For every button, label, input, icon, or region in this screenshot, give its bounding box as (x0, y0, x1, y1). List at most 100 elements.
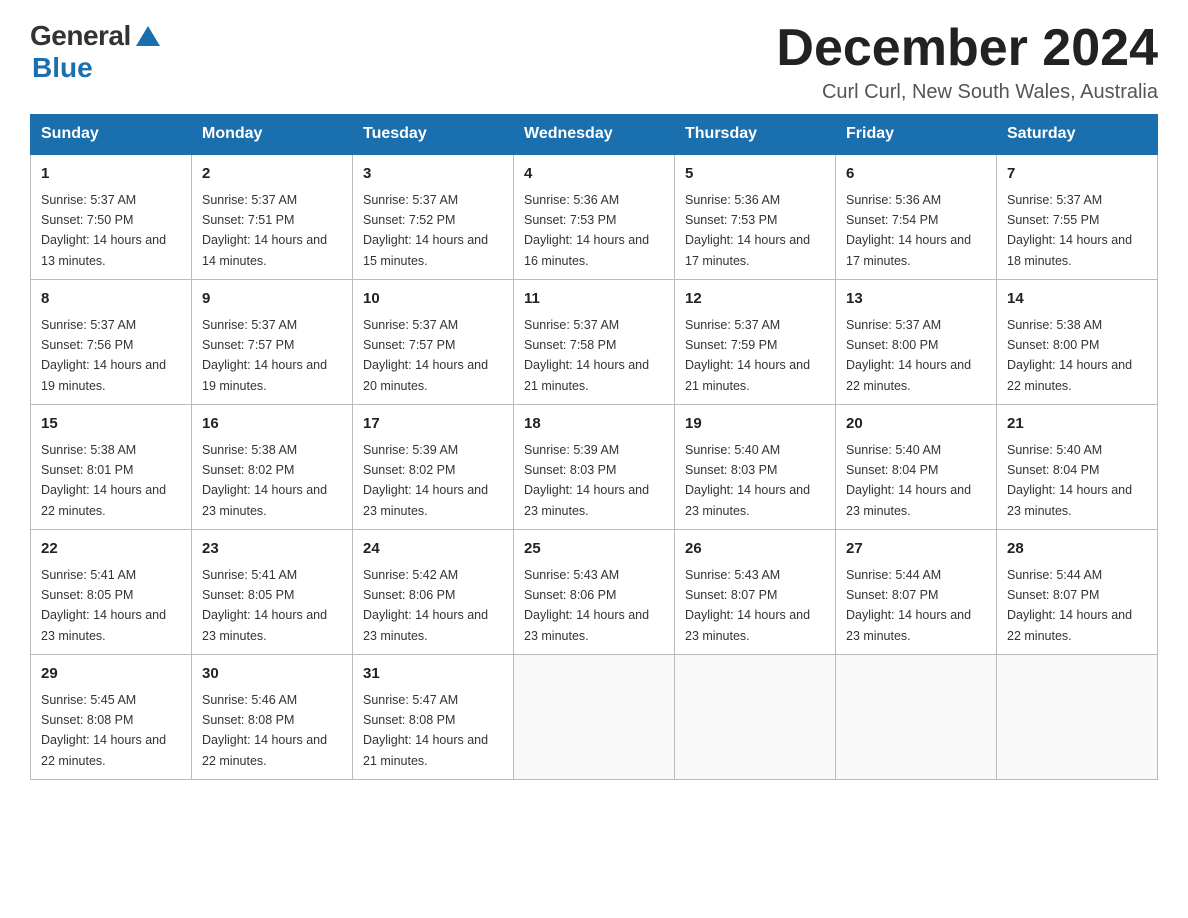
calendar-cell: 1Sunrise: 5:37 AMSunset: 7:50 PMDaylight… (31, 154, 192, 280)
day-info: Sunrise: 5:41 AMSunset: 8:05 PMDaylight:… (41, 568, 166, 643)
header-friday: Friday (836, 115, 997, 155)
title-section: December 2024 Curl Curl, New South Wales… (776, 20, 1158, 104)
day-number: 8 (41, 288, 181, 311)
week-row-3: 15Sunrise: 5:38 AMSunset: 8:01 PMDayligh… (31, 405, 1158, 530)
day-number: 19 (685, 413, 825, 436)
day-info: Sunrise: 5:44 AMSunset: 8:07 PMDaylight:… (846, 568, 971, 643)
week-row-4: 22Sunrise: 5:41 AMSunset: 8:05 PMDayligh… (31, 530, 1158, 655)
day-number: 17 (363, 413, 503, 436)
day-number: 24 (363, 538, 503, 561)
day-number: 5 (685, 163, 825, 186)
day-number: 9 (202, 288, 342, 311)
day-number: 28 (1007, 538, 1147, 561)
logo-blue-text: Blue (30, 52, 93, 83)
day-info: Sunrise: 5:43 AMSunset: 8:07 PMDaylight:… (685, 568, 810, 643)
day-info: Sunrise: 5:37 AMSunset: 7:52 PMDaylight:… (363, 193, 488, 268)
calendar-cell: 8 Sunrise: 5:37 AMSunset: 7:56 PMDaylight… (31, 280, 192, 405)
day-info: Sunrise: 5:37 AMSunset: 8:00 PMDaylight:… (846, 318, 971, 393)
calendar-cell: 26Sunrise: 5:43 AMSunset: 8:07 PMDayligh… (675, 530, 836, 655)
day-info: Sunrise: 5:37 AMSunset: 7:58 PMDaylight:… (524, 318, 649, 393)
header-wednesday: Wednesday (514, 115, 675, 155)
day-number: 6 (846, 163, 986, 186)
day-info: Sunrise: 5:41 AMSunset: 8:05 PMDaylight:… (202, 568, 327, 643)
day-number: 2 (202, 163, 342, 186)
day-number: 20 (846, 413, 986, 436)
day-number: 30 (202, 663, 342, 686)
day-info: Sunrise: 5:38 AMSunset: 8:02 PMDaylight:… (202, 443, 327, 518)
calendar-cell: 20 Sunrise: 5:40 AMSunset: 8:04 PMDayligh… (836, 405, 997, 530)
calendar-cell: 17Sunrise: 5:39 AMSunset: 8:02 PMDayligh… (353, 405, 514, 530)
day-number: 4 (524, 163, 664, 186)
day-number: 25 (524, 538, 664, 561)
calendar-cell: 7 Sunrise: 5:37 AMSunset: 7:55 PMDaylight… (997, 154, 1158, 280)
calendar-cell (675, 655, 836, 780)
day-info: Sunrise: 5:42 AMSunset: 8:06 PMDaylight:… (363, 568, 488, 643)
header-saturday: Saturday (997, 115, 1158, 155)
day-info: Sunrise: 5:38 AMSunset: 8:01 PMDaylight:… (41, 443, 166, 518)
day-info: Sunrise: 5:43 AMSunset: 8:06 PMDaylight:… (524, 568, 649, 643)
day-number: 23 (202, 538, 342, 561)
calendar-cell: 21 Sunrise: 5:40 AMSunset: 8:04 PMDayligh… (997, 405, 1158, 530)
page-header: General Blue December 2024 Curl Curl, Ne… (30, 20, 1158, 104)
calendar-cell: 5 Sunrise: 5:36 AMSunset: 7:53 PMDaylight… (675, 154, 836, 280)
day-number: 18 (524, 413, 664, 436)
calendar-cell: 6 Sunrise: 5:36 AMSunset: 7:54 PMDaylight… (836, 154, 997, 280)
week-row-5: 29 Sunrise: 5:45 AMSunset: 8:08 PMDayligh… (31, 655, 1158, 780)
calendar-cell: 31 Sunrise: 5:47 AMSunset: 8:08 PMDayligh… (353, 655, 514, 780)
calendar-cell: 28 Sunrise: 5:44 AMSunset: 8:07 PMDayligh… (997, 530, 1158, 655)
calendar-cell (836, 655, 997, 780)
calendar-cell: 24 Sunrise: 5:42 AMSunset: 8:06 PMDayligh… (353, 530, 514, 655)
day-info: Sunrise: 5:44 AMSunset: 8:07 PMDaylight:… (1007, 568, 1132, 643)
day-number: 14 (1007, 288, 1147, 311)
day-info: Sunrise: 5:36 AMSunset: 7:53 PMDaylight:… (685, 193, 810, 268)
calendar-cell: 10 Sunrise: 5:37 AMSunset: 7:57 PMDayligh… (353, 280, 514, 405)
logo: General Blue (30, 20, 160, 84)
day-number: 29 (41, 663, 181, 686)
calendar-cell: 27 Sunrise: 5:44 AMSunset: 8:07 PMDayligh… (836, 530, 997, 655)
month-title: December 2024 (776, 20, 1158, 77)
day-number: 11 (524, 288, 664, 311)
day-number: 31 (363, 663, 503, 686)
weekday-header-row: SundayMondayTuesdayWednesdayThursdayFrid… (31, 115, 1158, 155)
calendar-cell: 3Sunrise: 5:37 AMSunset: 7:52 PMDaylight… (353, 154, 514, 280)
day-info: Sunrise: 5:47 AMSunset: 8:08 PMDaylight:… (363, 693, 488, 768)
day-info: Sunrise: 5:37 AMSunset: 7:57 PMDaylight:… (202, 318, 327, 393)
calendar-cell: 16Sunrise: 5:38 AMSunset: 8:02 PMDayligh… (192, 405, 353, 530)
day-number: 27 (846, 538, 986, 561)
calendar-cell: 2Sunrise: 5:37 AMSunset: 7:51 PMDaylight… (192, 154, 353, 280)
day-info: Sunrise: 5:45 AMSunset: 8:08 PMDaylight:… (41, 693, 166, 768)
calendar-cell: 25 Sunrise: 5:43 AMSunset: 8:06 PMDayligh… (514, 530, 675, 655)
calendar-cell: 23 Sunrise: 5:41 AMSunset: 8:05 PMDayligh… (192, 530, 353, 655)
day-number: 21 (1007, 413, 1147, 436)
day-info: Sunrise: 5:40 AMSunset: 8:03 PMDaylight:… (685, 443, 810, 518)
header-tuesday: Tuesday (353, 115, 514, 155)
day-info: Sunrise: 5:36 AMSunset: 7:53 PMDaylight:… (524, 193, 649, 268)
day-info: Sunrise: 5:38 AMSunset: 8:00 PMDaylight:… (1007, 318, 1132, 393)
calendar-cell (997, 655, 1158, 780)
calendar-cell: 11 Sunrise: 5:37 AMSunset: 7:58 PMDayligh… (514, 280, 675, 405)
day-info: Sunrise: 5:37 AMSunset: 7:57 PMDaylight:… (363, 318, 488, 393)
calendar-cell: 22Sunrise: 5:41 AMSunset: 8:05 PMDayligh… (31, 530, 192, 655)
day-number: 13 (846, 288, 986, 311)
week-row-1: 1Sunrise: 5:37 AMSunset: 7:50 PMDaylight… (31, 154, 1158, 280)
header-sunday: Sunday (31, 115, 192, 155)
calendar-cell (514, 655, 675, 780)
calendar-cell: 12Sunrise: 5:37 AMSunset: 7:59 PMDayligh… (675, 280, 836, 405)
day-info: Sunrise: 5:46 AMSunset: 8:08 PMDaylight:… (202, 693, 327, 768)
day-number: 7 (1007, 163, 1147, 186)
week-row-2: 8 Sunrise: 5:37 AMSunset: 7:56 PMDaylight… (31, 280, 1158, 405)
header-monday: Monday (192, 115, 353, 155)
day-info: Sunrise: 5:39 AMSunset: 8:03 PMDaylight:… (524, 443, 649, 518)
calendar-cell: 9 Sunrise: 5:37 AMSunset: 7:57 PMDaylight… (192, 280, 353, 405)
calendar-cell: 30 Sunrise: 5:46 AMSunset: 8:08 PMDayligh… (192, 655, 353, 780)
day-info: Sunrise: 5:37 AMSunset: 7:59 PMDaylight:… (685, 318, 810, 393)
day-info: Sunrise: 5:37 AMSunset: 7:50 PMDaylight:… (41, 193, 166, 268)
location-subtitle: Curl Curl, New South Wales, Australia (776, 81, 1158, 104)
day-info: Sunrise: 5:37 AMSunset: 7:56 PMDaylight:… (41, 318, 166, 393)
calendar-cell: 14 Sunrise: 5:38 AMSunset: 8:00 PMDayligh… (997, 280, 1158, 405)
day-info: Sunrise: 5:36 AMSunset: 7:54 PMDaylight:… (846, 193, 971, 268)
day-info: Sunrise: 5:40 AMSunset: 8:04 PMDaylight:… (1007, 443, 1132, 518)
day-info: Sunrise: 5:40 AMSunset: 8:04 PMDaylight:… (846, 443, 971, 518)
day-number: 10 (363, 288, 503, 311)
day-info: Sunrise: 5:37 AMSunset: 7:55 PMDaylight:… (1007, 193, 1132, 268)
